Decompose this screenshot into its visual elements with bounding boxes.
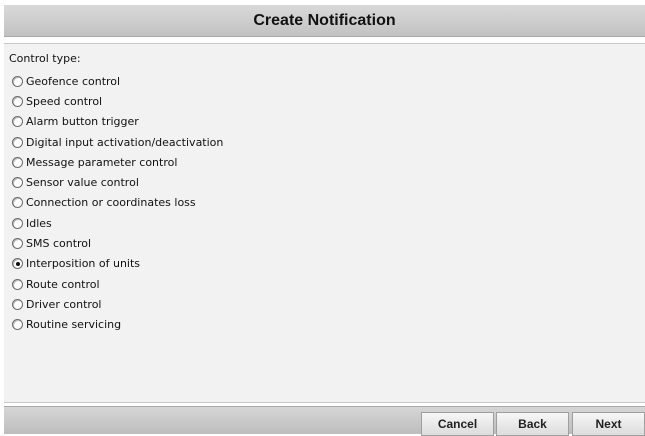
- control-type-option[interactable]: SMS control: [12, 233, 223, 253]
- dialog-content: Control type: Geofence control Speed cont…: [4, 43, 645, 403]
- radio-unchecked-icon[interactable]: [12, 197, 23, 209]
- cancel-button[interactable]: Cancel: [421, 412, 494, 436]
- control-type-option-label: Speed control: [26, 94, 103, 108]
- control-type-option[interactable]: Interposition of units: [12, 254, 223, 274]
- radio-unchecked-icon[interactable]: [12, 177, 23, 189]
- radio-unchecked-icon[interactable]: [12, 217, 23, 229]
- back-button[interactable]: Back: [496, 412, 569, 436]
- radio-unchecked-icon[interactable]: [12, 116, 23, 128]
- dialog-footer: Cancel Back Next: [4, 406, 645, 436]
- control-type-option[interactable]: Driver control: [12, 294, 223, 314]
- control-type-option[interactable]: Sensor value control: [12, 172, 223, 192]
- control-type-label: Control type:: [9, 52, 81, 65]
- radio-unchecked-icon[interactable]: [12, 95, 23, 107]
- control-type-option[interactable]: Geofence control: [12, 71, 223, 91]
- radio-unchecked-icon[interactable]: [12, 298, 23, 310]
- create-notification-dialog: Create Notification Control type: Geofen…: [4, 5, 645, 436]
- radio-unchecked-icon[interactable]: [12, 136, 23, 148]
- control-type-option[interactable]: Message parameter control: [12, 152, 223, 172]
- control-type-option-label: Connection or coordinates loss: [26, 196, 196, 210]
- control-type-option-label: Sensor value control: [26, 176, 139, 190]
- control-type-options: Geofence control Speed control Alarm butto…: [12, 71, 223, 335]
- control-type-option-label: Interposition of units: [26, 257, 141, 271]
- control-type-option-label: Digital input activation/deactivation: [26, 135, 224, 149]
- control-type-option-label: SMS control: [26, 237, 92, 251]
- control-type-option-label: Message parameter control: [26, 155, 178, 169]
- next-button[interactable]: Next: [572, 412, 645, 436]
- control-type-option[interactable]: Idles: [12, 213, 223, 233]
- dialog-title: Create Notification: [4, 5, 645, 37]
- control-type-option-label: Driver control: [26, 297, 102, 311]
- control-type-option-label: Routine servicing: [26, 318, 122, 332]
- control-type-option[interactable]: Alarm button trigger: [12, 112, 223, 132]
- radio-unchecked-icon[interactable]: [12, 278, 23, 290]
- radio-unchecked-icon[interactable]: [12, 156, 23, 168]
- control-type-option[interactable]: Routine servicing: [12, 315, 223, 335]
- control-type-option-label: Idles: [26, 216, 52, 230]
- control-type-option[interactable]: Speed control: [12, 91, 223, 111]
- control-type-option[interactable]: Connection or coordinates loss: [12, 193, 223, 213]
- radio-unchecked-icon[interactable]: [12, 319, 23, 331]
- control-type-option[interactable]: Digital input activation/deactivation: [12, 132, 223, 152]
- control-type-option-label: Geofence control: [26, 74, 121, 88]
- radio-unchecked-icon[interactable]: [12, 238, 23, 250]
- radio-checked-icon[interactable]: [12, 258, 23, 270]
- control-type-option-label: Alarm button trigger: [26, 115, 139, 129]
- radio-unchecked-icon[interactable]: [12, 75, 23, 87]
- control-type-option[interactable]: Route control: [12, 274, 223, 294]
- control-type-option-label: Route control: [26, 277, 100, 291]
